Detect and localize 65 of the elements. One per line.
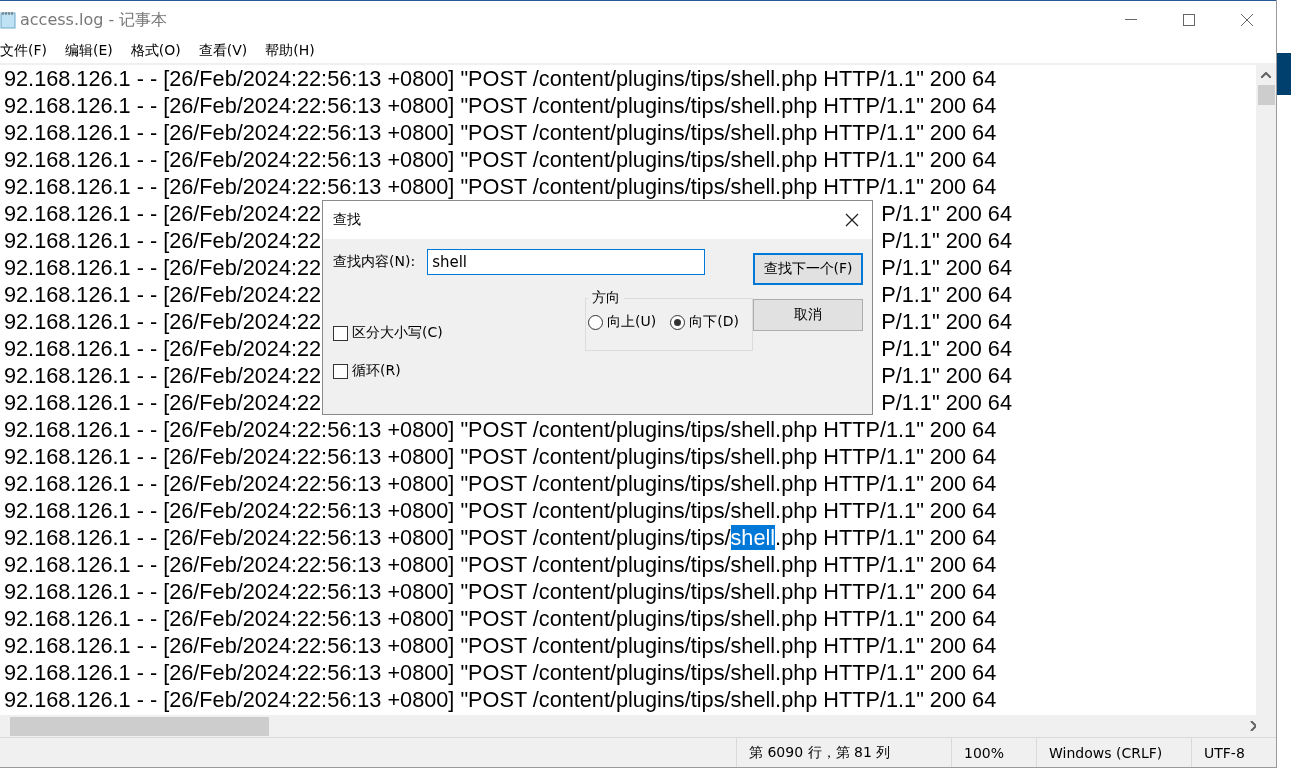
log-line: P/1.1" 200 64 <box>881 284 1012 305</box>
log-line: 92.168.126.1 - - [26/Feb/2024:22 <box>4 338 322 359</box>
log-line: 92.168.126.1 - - [26/Feb/2024:22:56:13 +0800] "POST /content/plugins/tips/shell.php HTTP/1.1" 200 64 <box>4 473 997 494</box>
checkbox[interactable] <box>333 363 348 379</box>
log-line: 92.168.126.1 - - [26/Feb/2024:22:56:13 +0800] "POST /content/plugins/tips/shell.php HTTP/1.1" 200 64 <box>4 608 997 629</box>
log-line: 92.168.126.1 - - [26/Feb/2024:22 <box>4 203 322 224</box>
radio-button[interactable] <box>588 314 603 330</box>
dialog-title: 查找 <box>333 211 361 229</box>
maximize-icon <box>1183 14 1195 26</box>
status-cell: 100% <box>951 738 1036 767</box>
window-title: access.log - 记事本 <box>20 9 169 31</box>
log-line: 92.168.126.1 - - [26/Feb/2024:22:56:13 +0800] "POST /content/plugins/tips/shell.php HTTP/1.1" 200 64 <box>4 554 997 575</box>
radio-button[interactable] <box>670 314 686 330</box>
log-line: P/1.1" 200 64 <box>881 311 1012 332</box>
log-line: 92.168.126.1 - - [26/Feb/2024:22:56:13 +0800] "POST /content/plugins/tips/shell.php HTTP/1.1" 200 64 <box>4 581 997 602</box>
menu-item[interactable]: 查看(V) <box>198 42 256 60</box>
log-line: P/1.1" 200 64 <box>881 392 1012 413</box>
scrollbar-thumb[interactable] <box>1257 85 1275 105</box>
checkbox[interactable] <box>333 325 348 341</box>
log-line: 92.168.126.1 - - [26/Feb/2024:22:56:13 +0800] "POST /content/plugins/tips/shell.php HTTP/1.1" 200 64 <box>4 122 997 143</box>
log-line: 92.168.126.1 - - [26/Feb/2024:22 <box>4 284 322 305</box>
log-line: P/1.1" 200 64 <box>881 257 1012 278</box>
log-line: 92.168.126.1 - - [26/Feb/2024:22:56:13 +0800] "POST /content/plugins/tips/shell.php HTTP/1.1" 200 64 <box>4 95 997 116</box>
field-label: 查找内容(N): <box>333 253 416 271</box>
radio-label[interactable]: 向下(D) <box>689 313 739 331</box>
radio-label[interactable]: 向上(U) <box>607 313 657 331</box>
status-cell: UTF-8 <box>1191 738 1291 767</box>
status-cell: 第 6090 行，第 81 列 <box>736 738 951 767</box>
close-icon <box>845 213 859 227</box>
log-line: 92.168.126.1 - - [26/Feb/2024:22:56:13 +0800] "POST /content/plugins/tips/shell.php HTTP/1.1" 200 64 <box>4 689 997 710</box>
checkbox-label[interactable]: 区分大小写(C) <box>352 324 443 342</box>
log-line: P/1.1" 200 64 <box>881 230 1012 251</box>
checkbox-label[interactable]: 循环(R) <box>352 362 401 380</box>
close-icon <box>1241 14 1253 26</box>
log-line: 92.168.126.1 - - [26/Feb/2024:22:56:13 +0800] "POST /content/plugins/tips/shell.php HTTP/1.1" 200 64 <box>4 419 997 440</box>
background-app-banner <box>1277 53 1291 95</box>
dialog-button[interactable]: 取消 <box>753 299 863 331</box>
log-line: 92.168.126.1 - - [26/Feb/2024:22:56:13 +0800] "POST /content/plugins/tips/shell.php HTTP/1.1" 200 64 <box>4 176 997 197</box>
horizontal-scrollbar[interactable] <box>0 715 1276 737</box>
log-line: 92.168.126.1 - - [26/Feb/2024:22:56:13 +0800] "POST /content/plugins/tips/shell.php HTTP/1.1" 200 64 <box>4 446 997 467</box>
dialog-button[interactable]: 查找下一个(F) <box>753 253 863 285</box>
log-line: 92.168.126.1 - - [26/Feb/2024:22:56:13 +0800] "POST /content/plugins/tips/shell.php HTTP/1.1" 200 64 <box>4 68 997 89</box>
scrollbar-thumb[interactable] <box>10 716 269 736</box>
log-line: 92.168.126.1 - - [26/Feb/2024:22 <box>4 392 322 413</box>
minimize-icon <box>1125 19 1137 21</box>
menu-item[interactable]: 格式(O) <box>130 42 189 60</box>
log-line: 92.168.126.1 - - [26/Feb/2024:22 <box>4 257 322 278</box>
menu-item[interactable]: 帮助(H) <box>265 42 323 60</box>
log-line: P/1.1" 200 64 <box>881 338 1012 359</box>
log-line: 92.168.126.1 - - [26/Feb/2024:22:56:13 +0800] "POST /content/plugins/tips/shell.php HTTP/1.1" 200 64 <box>4 635 997 656</box>
menu-item[interactable]: 编辑(E) <box>65 42 121 60</box>
log-line: P/1.1" 200 64 <box>881 203 1012 224</box>
log-line: 92.168.126.1 - - [26/Feb/2024:22 <box>4 365 322 386</box>
menu-item[interactable]: 文件(F) <box>0 42 55 60</box>
status-cell: Windows (CRLF) <box>1036 738 1191 767</box>
vertical-scrollbar[interactable] <box>1256 65 1276 715</box>
log-line: 92.168.126.1 - - [26/Feb/2024:22 <box>4 311 322 332</box>
log-line: P/1.1" 200 64 <box>881 365 1012 386</box>
log-line: 92.168.126.1 - - [26/Feb/2024:22 <box>4 230 322 251</box>
log-line: 92.168.126.1 - - [26/Feb/2024:22:56:13 +0800] "POST /content/plugins/tips/shell.php HTTP/1.1" 200 64 <box>4 662 997 683</box>
group-label: 方向 <box>591 289 621 307</box>
log-line: 92.168.126.1 - - [26/Feb/2024:22:56:13 +0800] "POST /content/plugins/tips/shell.php HTTP/1.1" 200 64 <box>4 149 997 170</box>
search-field[interactable]: shell <box>427 249 706 275</box>
log-line: 92.168.126.1 - - [26/Feb/2024:22:56:13 +0800] "POST /content/plugins/tips/shell.php HTTP/1.1" 200 64 <box>4 500 997 521</box>
notepad-icon <box>0 11 16 29</box>
